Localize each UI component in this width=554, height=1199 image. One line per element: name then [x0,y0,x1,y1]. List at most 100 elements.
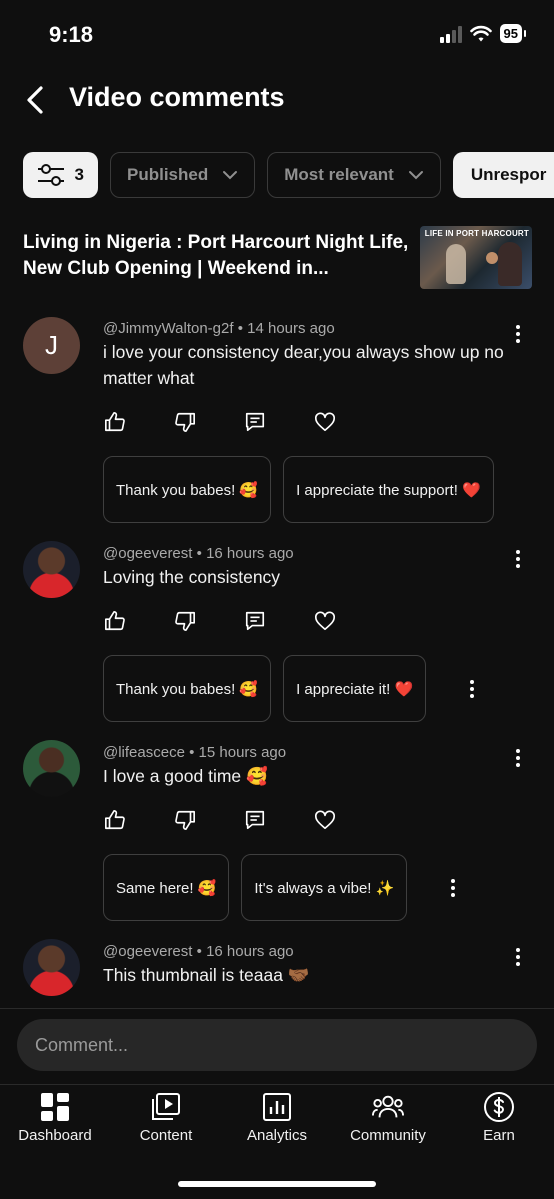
back-button[interactable] [20,82,50,118]
dollar-icon [484,1092,514,1122]
comment-actions [103,410,337,434]
reply-button[interactable] [243,609,267,633]
filter-button[interactable]: 3 [23,152,98,198]
more-options-icon[interactable] [508,322,528,346]
nav-analytics[interactable]: Analytics [222,1091,332,1144]
video-thumbnail[interactable]: LIFE IN PORT HARCOURT [420,226,532,289]
comment-author[interactable]: @ogeeverest [103,545,192,562]
home-indicator [178,1181,376,1187]
nav-content[interactable]: Content [111,1091,221,1144]
dashboard-icon [41,1093,69,1121]
more-replies-icon[interactable] [443,876,463,900]
comment-meta: @JimmyWalton-g2f • 14 hours ago [103,320,335,337]
filter-bar: 3 Published Most relevant Unrespor [23,152,554,198]
heart-button[interactable] [313,410,337,434]
dislike-button[interactable] [173,808,197,832]
battery-indicator: 95 [499,24,527,43]
heart-button[interactable] [313,609,337,633]
thumbs-up-icon [105,412,125,432]
suggested-reply[interactable]: Same here! 🥰 [103,854,230,921]
comment-text: This thumbnail is teaaa 🤝🏾 [103,965,310,985]
suggested-reply[interactable]: Thank you babes! 🥰 [103,655,272,722]
nav-earn[interactable]: Earn [444,1091,554,1144]
suggested-replies: Thank you babes! 🥰 I appreciate it! ❤️ [103,655,482,722]
comment-text: I love a good time 🥰 [103,766,268,786]
analytics-icon [263,1093,291,1121]
nav-dashboard[interactable]: Dashboard [0,1091,110,1144]
video-header[interactable]: Living in Nigeria : Port Harcourt Night … [23,226,532,290]
more-options-icon[interactable] [508,547,528,571]
avatar[interactable]: J [23,317,80,374]
nav-earn-label: Earn [483,1127,515,1144]
like-button[interactable] [103,410,127,434]
wifi-icon [469,25,492,41]
chevron-down-icon [223,171,238,180]
more-options-icon[interactable] [508,746,528,770]
thumbs-up-icon [105,611,125,631]
dislike-button[interactable] [173,609,197,633]
nav-dashboard-label: Dashboard [18,1127,92,1144]
comment-actions [103,808,337,832]
comment-time: 16 hours ago [206,943,294,960]
published-dropdown[interactable]: Published [110,152,256,198]
reply-button[interactable] [243,808,267,832]
heart-button[interactable] [313,808,337,832]
status-icons: 95 [439,24,527,43]
thumbs-up-icon [105,810,125,830]
cellular-signal-icon [439,25,462,43]
filter-count: 3 [74,165,84,184]
reply-icon [245,412,265,432]
unresponded-label: Unrespor [470,165,547,184]
nav-content-label: Content [139,1127,193,1144]
comment-meta: @ogeeverest • 16 hours ago [103,943,294,960]
avatar[interactable] [23,740,80,797]
comment-actions [103,609,337,633]
comment-author[interactable]: @JimmyWalton-g2f [103,320,234,337]
avatar[interactable] [23,939,80,996]
status-bar: 9:18 95 [0,0,554,70]
suggested-replies: Thank you babes! 🥰 I appreciate the supp… [103,456,494,523]
reply-button[interactable] [243,410,267,434]
community-icon [372,1095,404,1118]
comment-time: 15 hours ago [198,744,287,761]
suggested-replies: Same here! 🥰 It's always a vibe! ✨ [103,854,463,921]
more-replies-icon[interactable] [462,677,482,701]
avatar[interactable] [23,541,80,598]
published-label: Published [127,165,209,184]
sort-dropdown[interactable]: Most relevant [267,152,441,198]
comment-text: Loving the consistency [103,567,281,587]
header: Video comments [0,78,554,122]
sort-label: Most relevant [284,165,394,184]
chevron-down-icon [408,171,423,180]
sliders-icon [38,164,64,186]
content-icon [152,1093,180,1120]
video-title: Living in Nigeria : Port Harcourt Night … [23,232,409,279]
thumbs-down-icon [175,810,195,830]
thumbs-down-icon [175,611,195,631]
suggested-reply[interactable]: I appreciate it! ❤️ [283,655,427,722]
nav-community-label: Community [350,1127,426,1144]
heart-icon [315,810,335,830]
chevron-left-icon [27,86,43,114]
like-button[interactable] [103,609,127,633]
heart-icon [315,611,335,631]
comment-author[interactable]: @lifeascece [103,744,185,761]
dislike-button[interactable] [173,410,197,434]
nav-community[interactable]: Community [333,1091,443,1144]
thumbnail-text: LIFE IN PORT HARCOURT [424,229,529,238]
suggested-reply[interactable]: It's always a vibe! ✨ [241,854,408,921]
comment-input[interactable] [17,1019,537,1071]
comment-time: 16 hours ago [206,545,294,562]
comment-author[interactable]: @ogeeverest [103,943,192,960]
unresponded-chip[interactable]: Unrespor [452,152,554,198]
suggested-reply[interactable]: I appreciate the support! ❤️ [283,456,494,523]
suggested-reply[interactable]: Thank you babes! 🥰 [103,456,272,523]
comment-meta: @lifeascece • 15 hours ago [103,744,287,761]
heart-icon [315,412,335,432]
comment-time: 14 hours ago [247,320,335,337]
like-button[interactable] [103,808,127,832]
page-title: Video comments [69,82,285,112]
comment-composer [0,1008,554,1084]
reply-icon [245,611,265,631]
more-options-icon[interactable] [508,945,528,969]
